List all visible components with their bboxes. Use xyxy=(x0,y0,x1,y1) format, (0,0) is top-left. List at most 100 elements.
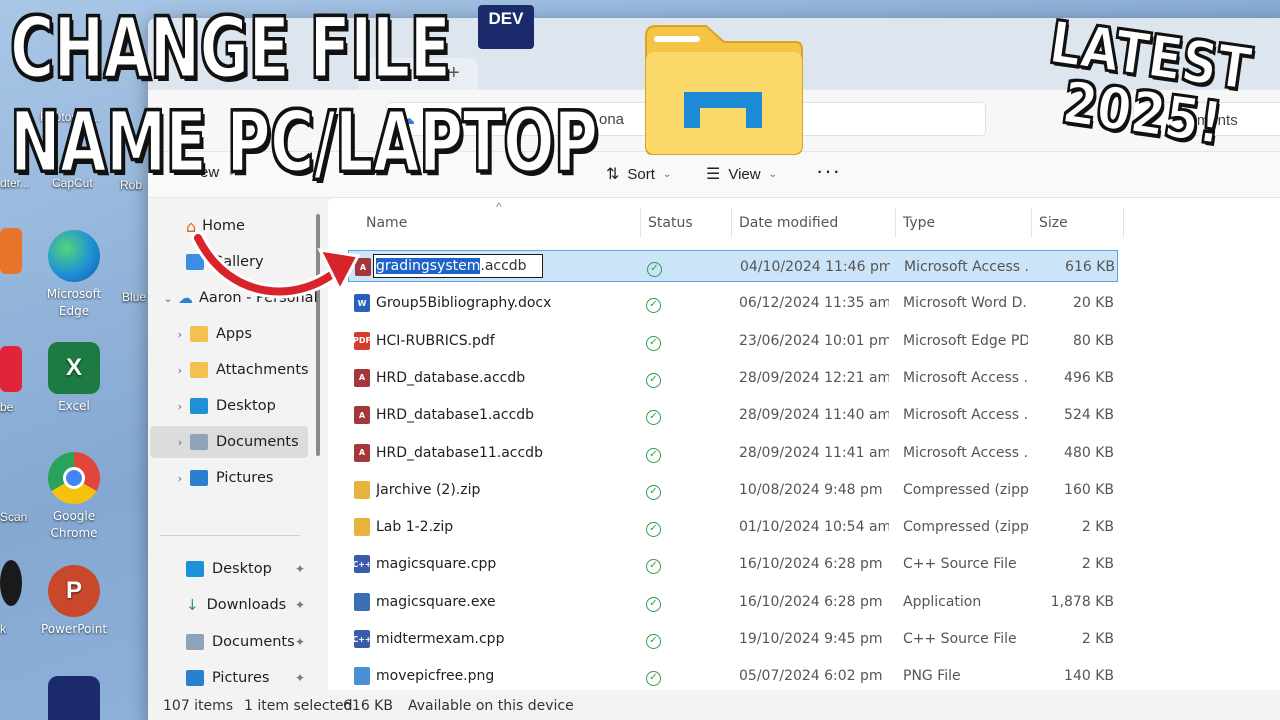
partial-app-icon[interactable] xyxy=(0,346,22,392)
column-divider[interactable] xyxy=(640,208,641,238)
more-options-button[interactable]: ··· xyxy=(816,158,841,184)
quick-access-desktop[interactable]: Desktop ✦ xyxy=(186,553,311,585)
file-type: Application xyxy=(903,593,982,610)
file-size: 616 KB xyxy=(1065,259,1115,275)
status-bar: 107 items 1 item selected 616 KB Availab… xyxy=(148,690,1280,720)
zip-folder-icon xyxy=(354,518,370,537)
pictures-icon xyxy=(186,670,204,686)
column-divider[interactable] xyxy=(1123,208,1124,238)
nav-divider xyxy=(160,535,300,536)
file-row[interactable]: C++ midtermexam.cpp ✓ 19/10/2024 9:45 pm C++… xyxy=(348,623,1118,655)
desktop-folder-icon xyxy=(186,561,204,577)
file-row[interactable]: A HRD_database.accdb ✓ 28/09/2024 12:21 am M… xyxy=(348,362,1118,394)
partial-app-icon[interactable] xyxy=(0,560,22,606)
column-header-type[interactable]: Type xyxy=(903,206,1023,240)
file-size: 160 KB xyxy=(1064,481,1114,498)
desktop-icon-powerpoint[interactable]: P PowerPoint xyxy=(34,565,114,638)
file-size: 2 KB xyxy=(1081,631,1114,647)
column-header-date[interactable]: Date modified xyxy=(739,206,889,240)
file-row[interactable]: Lab 1-2.zip ✓ 01/10/2024 10:54 am Compresse… xyxy=(348,511,1118,543)
dev-logo: DEV xyxy=(478,5,534,49)
address-text: ona xyxy=(599,111,625,128)
column-header-size[interactable]: Size xyxy=(1039,206,1119,240)
partial-desktop-label: k xyxy=(0,622,6,636)
partial-app-icon[interactable] xyxy=(0,228,22,274)
chevron-down-icon: ⌄ xyxy=(768,168,777,180)
selection-count: 1 item selected xyxy=(244,698,353,714)
desktop-folder-icon xyxy=(190,398,208,414)
pin-icon[interactable]: ✦ xyxy=(295,562,305,576)
download-icon: ↓ xyxy=(186,596,199,614)
nav-item-pictures[interactable]: › Pictures xyxy=(170,462,330,494)
file-name: midtermexam.cpp xyxy=(376,631,505,647)
thumbnail-headline-line1: CHANGE FILE xyxy=(9,0,452,97)
file-row[interactable]: W Group5Bibliography.docx ✓ 06/12/2024 11:3… xyxy=(348,287,1118,319)
nav-label: Pictures xyxy=(212,670,270,686)
rename-input[interactable]: gradingsystem.accdb xyxy=(373,254,543,278)
file-row[interactable]: A HRD_database11.accdb ✓ 28/09/2024 11:41 a… xyxy=(348,437,1118,469)
desktop-icon-chrome[interactable]: Google Chrome xyxy=(34,452,114,542)
file-size: 140 KB xyxy=(1064,668,1114,685)
file-size: 496 KB xyxy=(1064,369,1114,386)
access-file-icon: A xyxy=(354,443,370,462)
desktop-icon-label: PowerPoint xyxy=(40,622,108,636)
pin-icon[interactable]: ✦ xyxy=(295,671,305,685)
nav-item-attachments[interactable]: › Attachments xyxy=(170,354,330,386)
folder-icon xyxy=(190,362,208,378)
quick-access-downloads[interactable]: ↓ Downloads ✦ xyxy=(186,589,311,621)
file-name: Jarchive (2).zip xyxy=(376,481,481,498)
file-type: Microsoft Word D... xyxy=(903,295,1028,312)
desktop-icon-edge[interactable]: Microsoft Edge xyxy=(34,230,114,320)
file-size: 80 KB xyxy=(1072,332,1114,349)
column-divider[interactable] xyxy=(1031,208,1032,238)
sync-status: ✓ xyxy=(646,631,666,649)
file-row[interactable]: PDF HCI-RUBRICS.pdf ✓ 23/06/2024 10:01 pm Mi… xyxy=(348,325,1118,357)
exe-file-icon xyxy=(354,592,370,611)
column-header-status[interactable]: Status xyxy=(648,206,728,240)
file-row[interactable]: Agradingsystem.accdb ✓ 04/10/2024 11:46 pm… xyxy=(348,250,1118,282)
file-date-modified: 28/09/2024 11:40 am xyxy=(739,407,889,424)
pin-icon[interactable]: ✦ xyxy=(295,598,305,612)
file-row[interactable]: magicsquare.exe ✓ 16/10/2024 6:28 pm Applic… xyxy=(348,586,1118,618)
pin-icon[interactable]: ✦ xyxy=(295,635,305,649)
view-button[interactable]: ☰ View ⌄ xyxy=(706,164,777,184)
file-date-modified: 01/10/2024 10:54 am xyxy=(739,519,889,536)
sync-status: ✓ xyxy=(646,668,666,687)
desktop-icon-partial[interactable] xyxy=(34,676,114,720)
desktop-icon-label: Excel xyxy=(58,399,90,413)
file-row[interactable]: A HRD_database1.accdb ✓ 28/09/2024 11:40 am… xyxy=(348,399,1118,431)
nav-item-apps[interactable]: › Apps xyxy=(170,318,330,350)
view-icon: ☰ xyxy=(706,166,721,183)
app-icon xyxy=(48,676,100,720)
desktop-icon-excel[interactable]: X Excel xyxy=(34,342,114,415)
pictures-icon xyxy=(190,470,208,486)
chevron-right-icon: › xyxy=(177,399,183,413)
nav-item-documents[interactable]: › Documents xyxy=(150,426,308,458)
documents-icon xyxy=(190,434,208,450)
file-row[interactable]: movepicfree.png ✓ 05/07/2024 6:02 pm PNG Fi… xyxy=(348,660,1118,692)
cpp-file-icon: C++ xyxy=(352,555,372,574)
sync-status: ✓ xyxy=(647,259,667,277)
nav-item-desktop[interactable]: › Desktop xyxy=(170,390,330,422)
available-check-icon: ✓ xyxy=(646,410,661,426)
sync-status: ✓ xyxy=(646,333,666,351)
file-name: HRD_database.accdb xyxy=(376,369,526,386)
chevron-right-icon: › xyxy=(177,327,183,341)
column-divider[interactable] xyxy=(731,208,732,238)
red-arrow-annotation xyxy=(191,232,361,299)
file-row[interactable]: Jarchive (2).zip ✓ 10/08/2024 9:48 pm Compr… xyxy=(348,474,1118,506)
png-file-icon xyxy=(354,667,370,686)
file-type: Microsoft Access ... xyxy=(903,369,1028,386)
file-row[interactable]: C++ magicsquare.cpp ✓ 16/10/2024 6:28 pm C++… xyxy=(348,548,1118,580)
quick-access-documents[interactable]: Documents ✦ xyxy=(186,626,311,658)
powerpoint-icon: P xyxy=(48,565,100,617)
column-header-name[interactable]: Name xyxy=(366,206,636,240)
file-date-modified: 16/10/2024 6:28 pm xyxy=(739,593,883,610)
partial-desktop-label: Blue xyxy=(122,290,147,304)
column-divider[interactable] xyxy=(895,208,896,238)
sync-status: ✓ xyxy=(646,482,666,500)
file-size: 20 KB xyxy=(1072,295,1114,312)
sort-button[interactable]: ⇅ Sort ⌄ xyxy=(606,164,671,184)
sync-status: ✓ xyxy=(646,594,666,612)
sort-label: Sort xyxy=(627,165,655,183)
